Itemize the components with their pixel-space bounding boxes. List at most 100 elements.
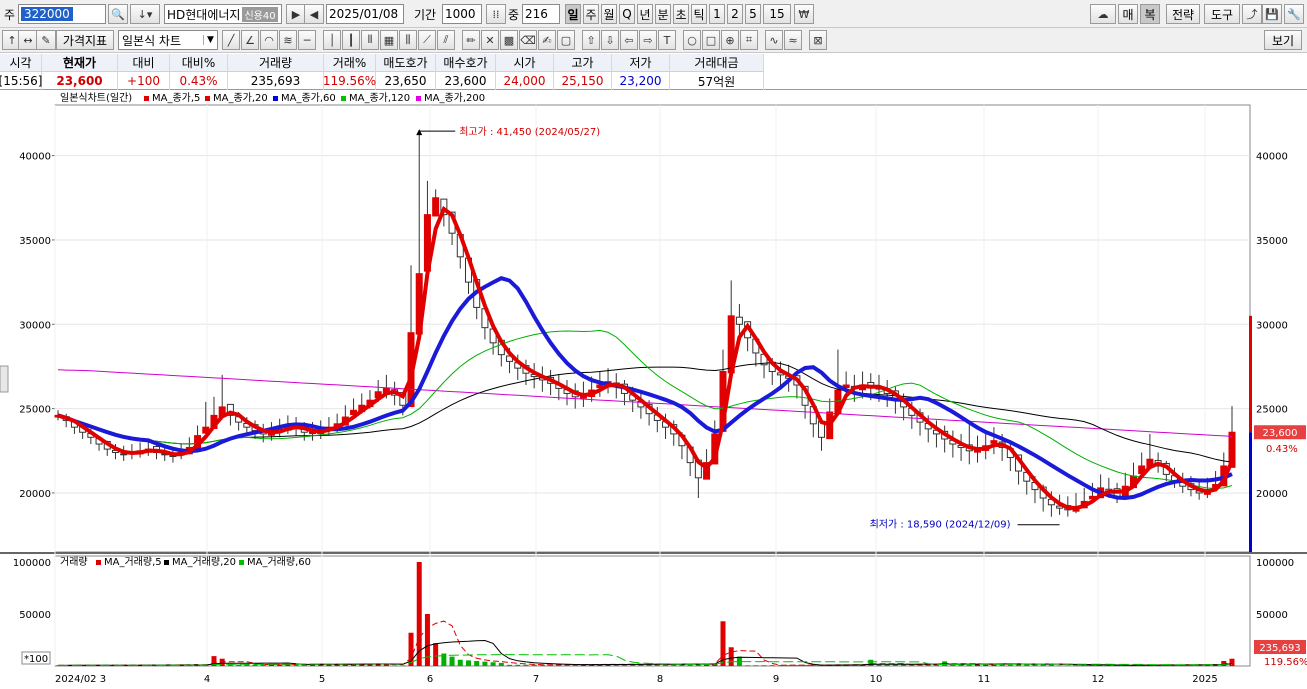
- date-picker[interactable]: 2025/01/08: [326, 4, 404, 24]
- period-label: 기간: [414, 8, 437, 22]
- price-chart[interactable]: 20000 20000 25000 25000 30000 30000 35000 35000…: [0, 91, 1307, 689]
- quote-header-7: 매수호가: [436, 54, 496, 72]
- interval-button-2[interactable]: 월: [601, 4, 617, 24]
- save-icon[interactable]: 💾: [1262, 4, 1282, 24]
- view-button[interactable]: 보기: [1264, 30, 1302, 50]
- quote-header-11: 거래대금: [670, 54, 764, 72]
- zoom-tool-icon[interactable]: ⊕: [721, 30, 739, 50]
- prev-arrow-icon[interactable]: ◀: [304, 4, 324, 24]
- price-tick-right: 30000: [1256, 320, 1288, 331]
- right-tool-icon[interactable]: ⇨: [639, 30, 657, 50]
- interval-button-3[interactable]: Q: [619, 4, 635, 24]
- grid-tool-icon[interactable]: ▦: [380, 30, 398, 50]
- next-arrow-icon[interactable]: ▶: [286, 4, 306, 24]
- quote-value-10: 23,200: [612, 72, 670, 90]
- price-legend-swatch: [144, 96, 149, 101]
- x-tick-label: 9: [773, 674, 779, 685]
- circle-tool-icon[interactable]: ○: [683, 30, 701, 50]
- chevron-down-icon: ▼: [203, 35, 217, 45]
- wave-tool-icon[interactable]: ∿: [765, 30, 783, 50]
- interval-button-5[interactable]: 분: [655, 4, 671, 24]
- search-icon[interactable]: 🔍: [108, 4, 128, 24]
- up-tool-icon[interactable]: ⇧: [582, 30, 600, 50]
- price-tick-right: 40000: [1256, 152, 1288, 163]
- channel-tool-icon[interactable]: ⫽: [437, 30, 455, 50]
- strategy-button[interactable]: 전략: [1166, 4, 1200, 24]
- delete-tool-icon[interactable]: ⊠: [809, 30, 827, 50]
- tools-button[interactable]: 도구: [1204, 4, 1240, 24]
- stock-name-field[interactable]: HD현대에너지 신용40: [164, 4, 282, 24]
- cycle-tool-icon[interactable]: ⦀: [361, 30, 379, 50]
- quote-header-1: 현재가: [42, 54, 118, 72]
- middle-input[interactable]: 216: [522, 4, 560, 24]
- volume-bar: [465, 660, 471, 666]
- chart-type-select[interactable]: 일본식 차트 ▼: [118, 30, 218, 50]
- volume-tick-left: 50000: [19, 610, 51, 621]
- last-price-label: 23,600: [1263, 428, 1298, 439]
- select-tool-icon[interactable]: ⌗: [740, 30, 758, 50]
- grid-icon[interactable]: ⁞⁞: [486, 4, 506, 24]
- interval-button-6[interactable]: 초: [673, 4, 689, 24]
- x-tick-label: 7: [533, 674, 539, 685]
- trend-tool-icon[interactable]: ⟋: [418, 30, 436, 50]
- wave2-tool-icon[interactable]: ≈: [784, 30, 802, 50]
- quote-value-2: +100: [118, 72, 170, 90]
- interval-button-8[interactable]: 1: [709, 4, 725, 24]
- price-tick-right: 25000: [1256, 405, 1288, 416]
- fib-tool-icon[interactable]: ⫼: [399, 30, 417, 50]
- text-tool-icon[interactable]: T: [658, 30, 676, 50]
- stock-code-input[interactable]: 322000: [18, 4, 106, 24]
- last-change-label: 0.43%: [1266, 444, 1298, 455]
- cloud-icon[interactable]: ☁: [1090, 4, 1116, 24]
- line-tool-icon[interactable]: ╱: [222, 30, 240, 50]
- wrench-icon[interactable]: 🔧: [1284, 4, 1304, 24]
- volume-bar: [449, 656, 455, 666]
- eraser-tool-icon[interactable]: ⌫: [519, 30, 537, 50]
- angle-tool-icon[interactable]: ∠: [241, 30, 259, 50]
- quote-value-8: 24,000: [496, 72, 554, 90]
- vline-tool-icon[interactable]: │: [323, 30, 341, 50]
- won-icon[interactable]: ₩: [794, 4, 814, 24]
- volume-tick-right: 100000: [1256, 558, 1294, 569]
- interval-button-10[interactable]: 5: [745, 4, 761, 24]
- volume-bar: [400, 665, 406, 666]
- volume-bar: [868, 659, 874, 666]
- volume-tick-left: 100000: [13, 558, 51, 569]
- interval-button-0[interactable]: 일: [565, 4, 581, 24]
- interval-button-11[interactable]: 15: [763, 4, 791, 24]
- note-tool-icon[interactable]: ✍: [538, 30, 556, 50]
- interval-button-9[interactable]: 2: [727, 4, 743, 24]
- vlines-tool-icon[interactable]: ┃: [342, 30, 360, 50]
- interval-button-4[interactable]: 년: [637, 4, 653, 24]
- frame-tool-icon[interactable]: ▢: [557, 30, 575, 50]
- interval-button-1[interactable]: 주: [583, 4, 599, 24]
- sort-icon[interactable]: ↓▾: [130, 4, 160, 24]
- volume-bar: [507, 664, 513, 666]
- hline-tool-icon[interactable]: ─: [298, 30, 316, 50]
- pencil-tool-icon[interactable]: ✏: [462, 30, 480, 50]
- btn-bok[interactable]: 복: [1140, 4, 1160, 24]
- btn-mae[interactable]: 매: [1118, 4, 1138, 24]
- edit-icon[interactable]: ✎: [36, 30, 56, 50]
- quote-value-5: 119.56%: [322, 72, 377, 90]
- period-input[interactable]: 1000: [442, 4, 482, 24]
- horizontal-arrows-icon[interactable]: ↔: [18, 30, 38, 50]
- cross-tool-icon[interactable]: ✕: [481, 30, 499, 50]
- rect-tool-icon[interactable]: □: [702, 30, 720, 50]
- high-annotation: 최고가 : 41,450 (2024/05/27): [459, 126, 600, 138]
- interval-button-7[interactable]: 틱: [691, 4, 707, 24]
- export-icon[interactable]: ⤴: [1242, 4, 1262, 24]
- volume-bar: [1065, 665, 1071, 666]
- fan-tool-icon[interactable]: ≋: [279, 30, 297, 50]
- price-legend-3: MA_종가,120: [349, 92, 410, 104]
- volume-bar: [1057, 665, 1063, 666]
- volume-bar: [424, 614, 430, 666]
- indicator-button[interactable]: 가격지표: [56, 30, 114, 50]
- left-tool-icon[interactable]: ⇦: [620, 30, 638, 50]
- quote-value-11: 57억원: [670, 72, 764, 90]
- volume-bar: [884, 664, 890, 666]
- arc-tool-icon[interactable]: ◠: [260, 30, 278, 50]
- fill-tool-icon[interactable]: ▩: [500, 30, 518, 50]
- down-tool-icon[interactable]: ⇩: [601, 30, 619, 50]
- volume-bar: [498, 662, 504, 666]
